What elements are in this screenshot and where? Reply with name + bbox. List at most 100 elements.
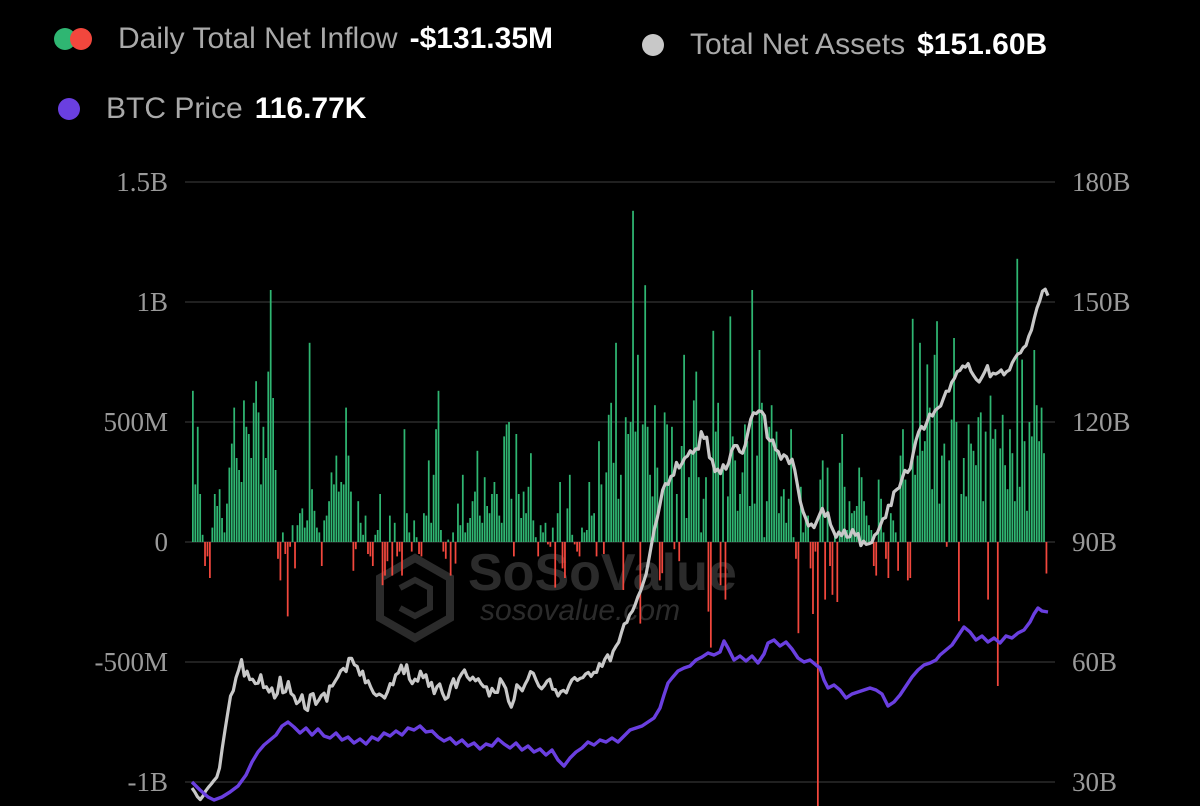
inflow-bar xyxy=(223,532,226,542)
inflow-bar xyxy=(1021,359,1023,542)
inflow-bar xyxy=(216,506,219,542)
inflow-bar xyxy=(240,482,243,542)
inflow-bar xyxy=(617,498,620,542)
inflow-bar xyxy=(213,494,216,542)
inflow-bar xyxy=(590,515,593,542)
inflow-bar xyxy=(354,542,357,550)
inflow-bar xyxy=(695,371,698,542)
inflow-bar xyxy=(999,448,1002,542)
left-tick-label: -500M xyxy=(95,647,169,677)
inflow-bar xyxy=(668,479,671,542)
inflow-bar xyxy=(714,431,717,542)
inflow-bar xyxy=(196,426,199,542)
right-tick-label: 60B xyxy=(1072,647,1117,677)
inflow-bar xyxy=(863,501,865,542)
inflow-bar xyxy=(841,434,844,542)
inflow-bar xyxy=(384,542,386,576)
inflow-bar xyxy=(982,501,985,542)
inflow-bar xyxy=(938,503,941,542)
inflow-bar xyxy=(430,522,433,542)
inflow-bar xyxy=(780,496,783,542)
inflow-bar xyxy=(350,491,352,542)
inflow-bar xyxy=(452,532,454,542)
inflow-bar xyxy=(941,455,943,542)
inflow-bar xyxy=(542,532,544,542)
inflow-bar xyxy=(352,542,355,571)
inflow-bar xyxy=(505,424,508,542)
inflow-bar xyxy=(785,522,788,542)
inflow-bar xyxy=(508,422,510,542)
inflow-bar xyxy=(435,429,437,542)
inflow-bar xyxy=(814,542,817,552)
inflow-bar xyxy=(483,477,486,542)
inflow-bar xyxy=(264,458,267,542)
inflow-bar xyxy=(1035,405,1038,542)
inflow-bar xyxy=(1011,453,1014,542)
assets-dot-icon xyxy=(642,34,664,56)
inflow-bar xyxy=(702,498,705,542)
inflow-bar xyxy=(585,530,588,542)
inflow-bar xyxy=(556,513,559,542)
inflow-bar xyxy=(466,522,469,542)
inflow-bar xyxy=(987,542,989,600)
inflow-bar xyxy=(551,527,554,542)
legend-item-inflow[interactable]: Daily Total Net Inflow -$131.35M xyxy=(54,22,553,56)
legend-item-assets[interactable]: Total Net Assets $151.60B xyxy=(642,28,1047,62)
inflow-bar xyxy=(286,542,289,617)
inflow-bar xyxy=(656,467,659,542)
inflow-bar xyxy=(367,542,369,554)
inflow-bar xyxy=(790,429,792,542)
inflow-bar xyxy=(517,494,520,542)
watermark-logo-icon xyxy=(376,553,454,643)
inflow-bar xyxy=(923,441,926,542)
inflow-bar xyxy=(972,450,975,542)
inflow-bar xyxy=(245,426,248,542)
inflow-bar xyxy=(741,472,744,542)
left-tick-label: 1B xyxy=(136,287,168,317)
inflow-bar xyxy=(192,390,194,542)
inflow-bar xyxy=(423,513,425,542)
inflow-bar xyxy=(527,486,530,542)
inflow-bar xyxy=(357,501,360,542)
inflow-bar xyxy=(727,496,729,542)
inflow-bar xyxy=(812,542,814,614)
inflow-negative-dot-icon xyxy=(70,28,92,50)
inflow-bar xyxy=(853,510,856,542)
inflow-bar xyxy=(393,522,396,542)
inflow-bar xyxy=(204,542,206,566)
inflow-bar xyxy=(994,429,997,542)
inflow-bar xyxy=(413,520,416,542)
inflow-bar xyxy=(581,527,583,542)
inflow-bar xyxy=(296,525,299,542)
inflow-bar xyxy=(996,542,999,686)
legend-item-btc[interactable]: BTC Price 116.77K xyxy=(58,92,366,126)
inflow-bar xyxy=(281,532,284,542)
inflow-bar xyxy=(291,525,294,542)
inflow-bar xyxy=(984,431,987,542)
inflow-bar xyxy=(573,542,576,545)
inflow-bar xyxy=(705,477,707,542)
inflow-bar xyxy=(836,542,839,602)
inflow-bar xyxy=(734,460,737,542)
inflow-bar xyxy=(675,494,678,542)
inflow-bar xyxy=(303,527,306,542)
inflow-bar xyxy=(306,520,309,542)
inflow-bar xyxy=(921,450,924,542)
inflow-bar xyxy=(707,542,710,612)
inflow-bar xyxy=(821,460,824,542)
inflow-bar xyxy=(1030,436,1033,542)
inflow-bar xyxy=(588,482,591,542)
inflow-bar xyxy=(476,450,479,542)
inflow-bar xyxy=(279,542,282,581)
inflow-bar xyxy=(330,472,333,542)
inflow-bar xyxy=(824,542,827,600)
inflow-bar xyxy=(549,542,552,547)
inflow-bar xyxy=(692,400,695,542)
inflow-bar xyxy=(1045,542,1048,574)
right-tick-label: 150B xyxy=(1072,287,1131,317)
inflow-bar xyxy=(457,503,459,542)
inflow-bar xyxy=(637,354,639,542)
inflow-bar xyxy=(238,470,240,542)
inflow-bar xyxy=(444,542,447,559)
inflow-bar xyxy=(919,342,921,542)
